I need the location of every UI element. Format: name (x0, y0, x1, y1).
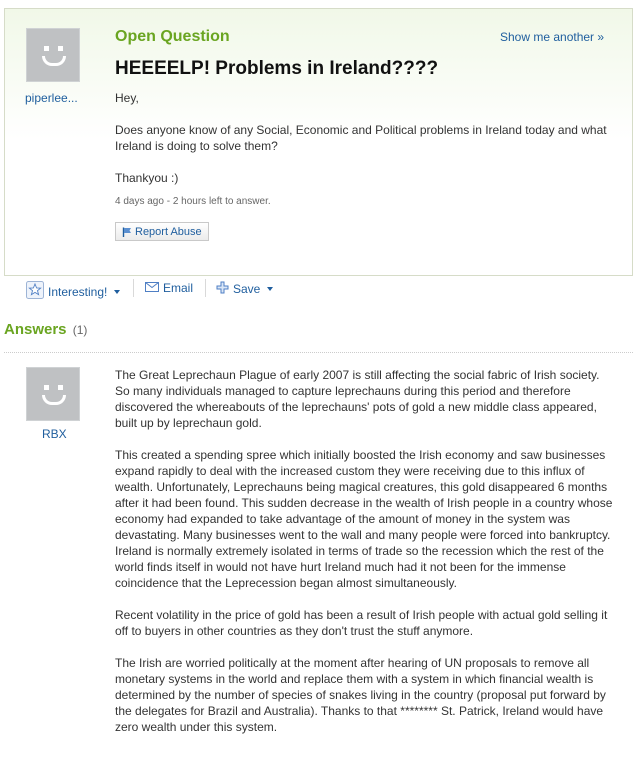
answer-body: The Great Leprechaun Plague of early 200… (115, 367, 617, 751)
email-label: Email (163, 281, 194, 295)
chevron-down-icon (114, 289, 121, 294)
answer-paragraph: The Great Leprechaun Plague of early 200… (115, 368, 600, 430)
answerer-name[interactable]: RBX (42, 427, 67, 441)
save-button[interactable]: Save (216, 281, 274, 297)
answers-heading: Answers (1) (4, 321, 87, 338)
star-icon (26, 281, 44, 302)
answers-divider (4, 352, 633, 353)
avatar-eye (58, 46, 63, 51)
action-divider (205, 279, 206, 297)
interesting-label: Interesting! (48, 284, 108, 299)
asker-avatar[interactable] (26, 28, 80, 82)
report-abuse-button[interactable]: Report Abuse (115, 222, 209, 241)
flag-icon (122, 227, 132, 237)
avatar-smile (42, 395, 66, 405)
avatar-smile (42, 56, 66, 66)
answer-paragraph: The Irish are worried politically at the… (115, 656, 606, 734)
answers-title: Answers (4, 321, 67, 338)
asker-name[interactable]: piperlee... (25, 91, 78, 105)
answerer-avatar[interactable] (26, 367, 80, 421)
avatar-eye (44, 46, 49, 51)
chevron-down-icon (267, 287, 274, 291)
question-action-bar: Interesting! Email Save (4, 275, 633, 301)
report-abuse-label: Report Abuse (135, 225, 202, 238)
answers-count: (1) (72, 323, 88, 337)
plus-icon (216, 281, 229, 297)
show-another-link[interactable]: Show me another » (500, 30, 604, 44)
avatar-eye (44, 385, 49, 390)
avatar-eye (58, 385, 63, 390)
question-label: Open Question (115, 28, 230, 45)
question-paragraph: Thankyou :) (115, 171, 179, 185)
question-paragraph: Hey, (115, 91, 139, 105)
save-label: Save (233, 282, 261, 296)
question-title: HEEEELP! Problems in Ireland???? (115, 58, 439, 79)
question-body: Hey, Does anyone know of any Social, Eco… (115, 90, 615, 202)
action-divider (133, 279, 134, 297)
question-meta: 4 days ago - 2 hours left to answer. (115, 196, 271, 207)
question-paragraph: Does anyone know of any Social, Economic… (115, 123, 607, 153)
email-button[interactable]: Email (145, 281, 193, 295)
interesting-button[interactable]: Interesting! (26, 281, 121, 302)
answer-paragraph: Recent volatility in the price of gold h… (115, 608, 608, 638)
answer-paragraph: This created a spending spree which init… (115, 448, 613, 590)
envelope-icon (145, 281, 159, 295)
